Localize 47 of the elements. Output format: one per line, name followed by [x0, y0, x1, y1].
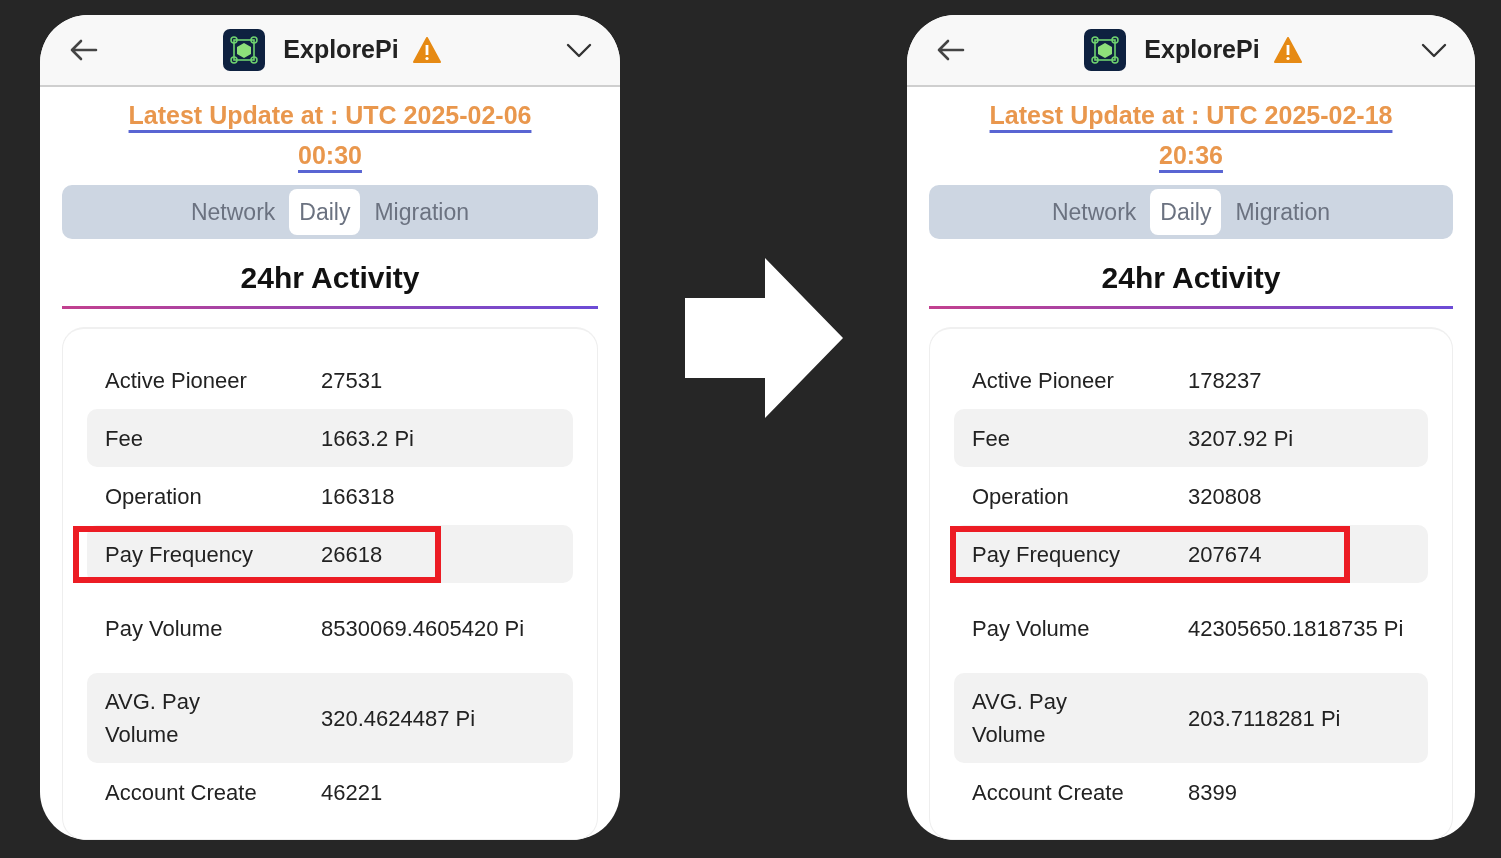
stat-value: 178237	[1188, 366, 1263, 395]
stat-value: 27531	[321, 366, 384, 395]
stat-label: Pay Frequency	[105, 540, 254, 569]
stat-value: 320808	[1188, 482, 1263, 511]
chevron-down-icon[interactable]	[1421, 41, 1447, 59]
stat-label: Account Create	[972, 778, 1125, 807]
stat-label: Pay Frequency	[972, 540, 1121, 569]
stat-label: Active Pioneer	[105, 366, 248, 395]
warning-icon	[412, 36, 441, 64]
tab[interactable]: Migration	[364, 188, 480, 236]
stat-label: Account Create	[105, 778, 258, 807]
section-heading: 24hr Activity	[239, 260, 421, 296]
stat-value: 207674	[1188, 540, 1263, 569]
app-logo-icon	[223, 29, 266, 71]
stat-value: 46221	[321, 778, 384, 807]
app-logo-icon	[1084, 29, 1127, 71]
stat-value: 166318	[321, 482, 396, 511]
chevron-down-icon[interactable]	[566, 41, 592, 59]
warning-icon	[1273, 36, 1302, 64]
stat-value: 320.4624487 Pi	[321, 704, 477, 733]
stat-value: 8530069.4605420 Pi	[321, 614, 526, 643]
stat-value: 3207.92 Pi	[1188, 424, 1295, 453]
update-link[interactable]: Latest Update at : UTC 2025-02-06 00:30	[40, 87, 620, 175]
right-arrow-icon	[684, 257, 843, 418]
stat-label: Active Pioneer	[972, 366, 1115, 395]
stat-value: 26618	[321, 540, 384, 569]
stat-value: 8399	[1188, 778, 1238, 807]
stat-label: Fee	[105, 424, 144, 453]
stat-label: Fee	[972, 424, 1011, 453]
stat-label: Operation	[105, 482, 203, 511]
stat-label: Pay Volume	[105, 614, 224, 643]
tab[interactable]: Daily	[289, 188, 361, 236]
tab[interactable]: Network	[180, 188, 286, 236]
stat-value: 42305650.1818735 Pi	[1188, 614, 1405, 643]
section-heading: 24hr Activity	[1100, 260, 1282, 296]
stat-value: 1663.2 Pi	[321, 424, 415, 453]
stat-label: AVG. Pay Volume	[105, 688, 201, 749]
stat-value: 203.7118281 Pi	[1188, 704, 1342, 733]
update-link[interactable]: Latest Update at : UTC 2025-02-18 20:36	[907, 87, 1475, 175]
tab[interactable]: Network	[1041, 188, 1147, 236]
tab[interactable]: Daily	[1150, 188, 1222, 236]
stat-label: Operation	[972, 482, 1070, 511]
tab[interactable]: Migration	[1225, 188, 1341, 236]
stat-label: Pay Volume	[972, 614, 1091, 643]
stat-label: AVG. Pay Volume	[972, 688, 1068, 749]
app-title: ExplorePi	[1144, 34, 1260, 66]
app-title: ExplorePi	[283, 34, 399, 66]
